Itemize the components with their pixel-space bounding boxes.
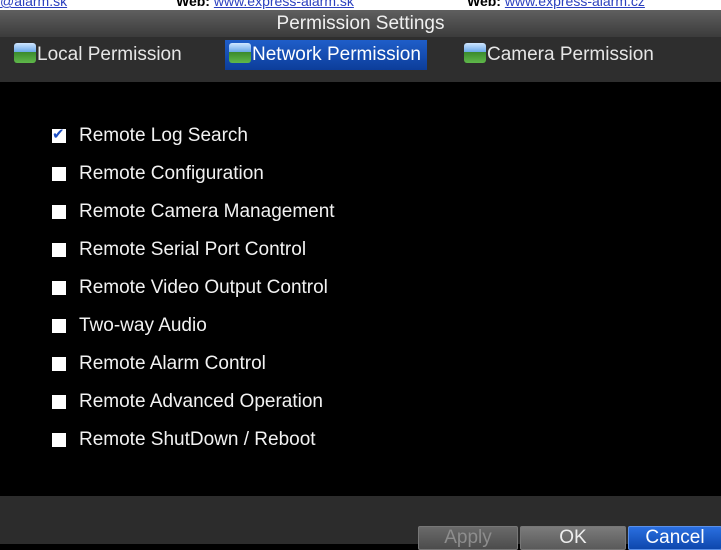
- permission-label: Remote Video Output Control: [79, 277, 328, 298]
- checkbox[interactable]: [52, 395, 66, 409]
- apply-button[interactable]: Apply: [418, 526, 518, 550]
- checkbox[interactable]: [52, 319, 66, 333]
- permission-two-way-audio[interactable]: Two-way Audio: [52, 313, 207, 339]
- checkbox[interactable]: [52, 167, 66, 181]
- checkbox-checked[interactable]: [52, 125, 66, 143]
- website-link-sk[interactable]: www.express-alarm.sk: [214, 0, 354, 9]
- button-bar: Apply OK Cancel: [0, 496, 721, 550]
- permission-label: Remote Camera Management: [79, 201, 335, 222]
- permission-label: Two-way Audio: [79, 315, 207, 336]
- cancel-button[interactable]: Cancel: [628, 526, 721, 550]
- tab-bar: Local Permission Network Permission Came…: [0, 37, 721, 82]
- checkbox[interactable]: [52, 205, 66, 219]
- tab-network-permission[interactable]: Network Permission: [225, 40, 427, 70]
- permission-label: Remote Log Search: [79, 125, 248, 146]
- camera-icon: [14, 43, 36, 63]
- ok-button[interactable]: OK: [520, 526, 626, 550]
- permission-list: Remote Log Search Remote Configuration R…: [0, 82, 721, 496]
- permission-remote-serial-port-control[interactable]: Remote Serial Port Control: [52, 237, 306, 263]
- checkbox[interactable]: [52, 357, 66, 371]
- permission-remote-log-search[interactable]: Remote Log Search: [52, 123, 248, 149]
- permission-remote-alarm-control[interactable]: Remote Alarm Control: [52, 351, 266, 377]
- permission-label: Remote ShutDown / Reboot: [79, 429, 316, 450]
- permission-remote-configuration[interactable]: Remote Configuration: [52, 161, 264, 187]
- tab-camera-permission[interactable]: Camera Permission: [464, 40, 654, 70]
- permission-remote-shutdown-reboot[interactable]: Remote ShutDown / Reboot: [52, 427, 316, 453]
- permission-remote-camera-management[interactable]: Remote Camera Management: [52, 199, 335, 225]
- website-link[interactable]: @alarm.sk: [0, 0, 67, 8]
- checkbox[interactable]: [52, 281, 66, 295]
- web-label: Web:: [467, 0, 501, 9]
- header-strip: @alarm.sk Web: www.express-alarm.sk Web:…: [0, 0, 721, 10]
- website-entry-cz: Web: www.express-alarm.cz: [467, 0, 645, 8]
- permission-remote-video-output-control[interactable]: Remote Video Output Control: [52, 275, 328, 301]
- tab-local-permission[interactable]: Local Permission: [14, 40, 182, 70]
- tab-label: Camera Permission: [487, 44, 654, 65]
- website-link-cz[interactable]: www.express-alarm.cz: [505, 0, 645, 9]
- permission-label: Remote Serial Port Control: [79, 239, 307, 260]
- dialog-title: Permission Settings: [0, 10, 721, 37]
- permission-label: Remote Configuration: [79, 163, 264, 184]
- permission-remote-advanced-operation[interactable]: Remote Advanced Operation: [52, 389, 323, 415]
- permission-settings-dialog: Permission Settings Local Permission Net…: [0, 10, 721, 550]
- tab-label: Network Permission: [252, 44, 421, 65]
- tab-label: Local Permission: [37, 44, 182, 65]
- camera-icon: [229, 43, 251, 63]
- checkbox[interactable]: [52, 243, 66, 257]
- camera-icon: [464, 43, 486, 63]
- permission-label: Remote Alarm Control: [79, 353, 266, 374]
- website-entry-sk: Web: www.express-alarm.sk: [176, 0, 354, 8]
- web-label: Web:: [176, 0, 210, 9]
- permission-label: Remote Advanced Operation: [79, 391, 323, 412]
- checkbox[interactable]: [52, 433, 66, 447]
